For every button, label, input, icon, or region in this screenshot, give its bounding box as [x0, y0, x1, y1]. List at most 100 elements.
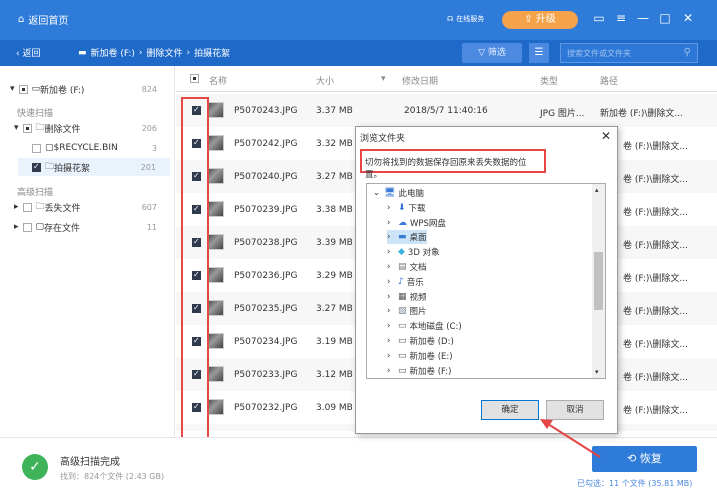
search-input[interactable]: 搜索文件或文件夹 ⚲ — [560, 43, 698, 63]
caret-right-icon[interactable]: › — [387, 321, 395, 331]
folder-node[interactable]: › ▬ 桌面 — [387, 230, 427, 245]
column-size[interactable]: 大小 — [316, 74, 334, 87]
column-path[interactable]: 路径 — [600, 74, 618, 87]
filter-button[interactable]: ▽ 筛选 — [462, 43, 522, 63]
close-icon[interactable]: ✕ — [601, 129, 611, 143]
restore-icon: ⟲ — [627, 452, 640, 465]
file-size: 3.32 MB — [316, 139, 353, 149]
file-size: 3.39 MB — [316, 238, 353, 248]
online-service-button[interactable]: ☊ 在线服务 — [447, 14, 484, 24]
caret-right-icon[interactable]: › — [387, 218, 395, 228]
folder-node[interactable]: › ◆ 3D 对象 — [387, 245, 440, 259]
maximize-icon[interactable]: □ — [658, 11, 672, 25]
sidebar-checkbox[interactable] — [32, 162, 41, 172]
folder-node[interactable]: › ⬇ 下载 — [387, 201, 426, 215]
file-type: JPG 图片... — [540, 109, 585, 119]
sidebar-item-lost[interactable]: ▸ 🗀 丢失文件 607 — [14, 198, 189, 216]
scroll-down-icon[interactable]: ▾ — [595, 368, 599, 376]
column-date[interactable]: 修改日期 — [402, 74, 438, 87]
breadcrumb-drive[interactable]: 新加卷 (F:) — [91, 46, 135, 59]
caret-down-icon[interactable]: ⌄ — [373, 188, 381, 198]
folder-node[interactable]: › ▨ 图片 — [387, 304, 427, 318]
folder-node[interactable]: › ▦ 视频 — [387, 290, 427, 304]
sidebar-checkbox[interactable] — [32, 143, 41, 153]
folder-node-label: 桌面 — [409, 233, 427, 244]
caret-right-icon[interactable]: › — [387, 351, 395, 361]
file-size: 3.09 MB — [316, 403, 353, 413]
found-summary: 找到：824个文件 (2.43 GB) — [60, 472, 165, 481]
minimize-icon[interactable]: — — [636, 11, 650, 25]
ok-button[interactable]: 确定 — [481, 400, 539, 420]
sidebar-item-shoot[interactable]: 🗀 拍摄花絮 201 — [18, 158, 170, 176]
caret-right-icon[interactable]: › — [387, 292, 395, 302]
caret-right-icon[interactable]: › — [387, 262, 395, 272]
breadcrumb-deleted[interactable]: 删除文件 — [147, 46, 183, 59]
skin-icon[interactable]: ▭ — [592, 11, 606, 25]
folder-node[interactable]: › ▭ 新加卷 (D:) — [387, 334, 454, 348]
restore-button[interactable]: ⟲ 恢复 — [592, 446, 697, 472]
folder-node-label: 下载 — [408, 203, 426, 214]
folder-node[interactable]: › ▭ 新加卷 (F:) — [387, 364, 451, 378]
sidebar-checkbox[interactable] — [22, 222, 32, 232]
cancel-button[interactable]: 取消 — [546, 400, 604, 420]
back-button[interactable]: ‹ 返回 — [16, 46, 40, 59]
selected-summary: 已勾选：11 个文件 (35.81 MB) — [577, 479, 693, 488]
sidebar-checkbox[interactable] — [18, 84, 28, 94]
sidebar-item-drive[interactable]: ▾ ▭ 新加卷 (F:) 824 — [10, 80, 185, 98]
file-name: P5070243.JPG — [234, 106, 298, 116]
sidebar-item-exist[interactable]: ▸ ▢ 存在文件 11 — [14, 218, 189, 236]
chevron-right-icon: › — [138, 47, 143, 58]
folder-node[interactable]: › ▭ 新加卷 (E:) — [387, 349, 453, 363]
restore-label: 恢复 — [639, 452, 662, 465]
file-size: 3.19 MB — [316, 337, 353, 347]
sidebar-item-count: 206 — [141, 123, 157, 133]
section-quick-scan: 快速扫描 — [17, 109, 54, 119]
caret-right-icon[interactable]: › — [387, 366, 395, 376]
check-circle-icon: ✓ — [22, 454, 48, 480]
sidebar-checkbox[interactable] — [22, 123, 32, 133]
view-toggle-button[interactable]: ☰ — [529, 43, 549, 63]
folder-tree[interactable]: ▴ ▾ ⌄ 🖥 此电脑 › ⬇ 下载 › ☁ WPS网盘 › ▬ 桌面 › ◆ 3D 对象 › ▤ 文档 › ♪ 音乐 ›… — [366, 183, 606, 379]
home-button[interactable]: ⌂ 返回首页 — [18, 12, 68, 27]
folder-icon: 🖥 — [384, 188, 396, 198]
caret-right-icon[interactable]: › — [387, 306, 395, 316]
scroll-up-icon[interactable]: ▴ — [595, 186, 599, 194]
caret-right-icon[interactable]: ▸ — [14, 222, 19, 232]
folder-node[interactable]: › ♪ 音乐 — [387, 275, 424, 289]
file-name: P5070239.JPG — [234, 205, 298, 215]
list-view-icon: ☰ — [534, 47, 544, 58]
warning-message: 切勿将找到的数据保存回原来丢失数据的位置。 — [360, 149, 546, 180]
column-type[interactable]: 类型 — [540, 74, 558, 87]
search-placeholder: 搜索文件或文件夹 — [567, 49, 631, 58]
scroll-thumb[interactable] — [594, 252, 603, 310]
sidebar-checkbox[interactable] — [22, 202, 32, 212]
caret-right-icon[interactable]: › — [387, 247, 395, 257]
breadcrumb-folder[interactable]: 拍摄花絮 — [194, 46, 230, 59]
select-all-checkbox[interactable] — [190, 74, 199, 83]
folder-node[interactable]: › ☁ WPS网盘 — [387, 216, 446, 230]
home-icon: ⌂ — [18, 14, 25, 25]
caret-right-icon[interactable]: ▸ — [14, 202, 19, 212]
caret-down-icon[interactable]: ▾ — [10, 84, 15, 94]
folder-node[interactable]: › ▭ 本地磁盘 (C:) — [387, 319, 462, 333]
close-icon[interactable]: ✕ — [681, 11, 695, 25]
file-name: P5070240.JPG — [234, 172, 298, 182]
search-icon[interactable]: ⚲ — [684, 47, 691, 58]
caret-right-icon[interactable]: › — [387, 336, 395, 346]
column-name[interactable]: 名称 — [209, 74, 227, 87]
caret-right-icon[interactable]: › — [387, 232, 395, 242]
caret-right-icon[interactable]: › — [387, 277, 395, 287]
scrollbar[interactable]: ▴ ▾ — [592, 184, 605, 378]
sort-desc-icon[interactable]: ▾ — [381, 74, 386, 84]
caret-down-icon[interactable]: ▾ — [14, 123, 19, 133]
caret-right-icon[interactable]: › — [387, 203, 395, 213]
folder-node[interactable]: ⌄ 🖥 此电脑 — [373, 186, 424, 200]
table-row[interactable]: P5070243.JPG 3.37 MB 2018/5/7 11:40:16 JPG … — [176, 94, 717, 127]
upgrade-button[interactable]: ⇪ 升级 — [502, 11, 578, 29]
menu-icon[interactable]: ≡ — [614, 11, 628, 25]
folder-node[interactable]: › ▤ 文档 — [387, 260, 427, 274]
sidebar-item-deleted[interactable]: ▾ 🗀 删除文件 206 — [14, 119, 189, 137]
file-size: 3.27 MB — [316, 304, 353, 314]
folder-icon: ◆ — [398, 247, 405, 258]
folder-icon: ▤ — [398, 262, 407, 272]
